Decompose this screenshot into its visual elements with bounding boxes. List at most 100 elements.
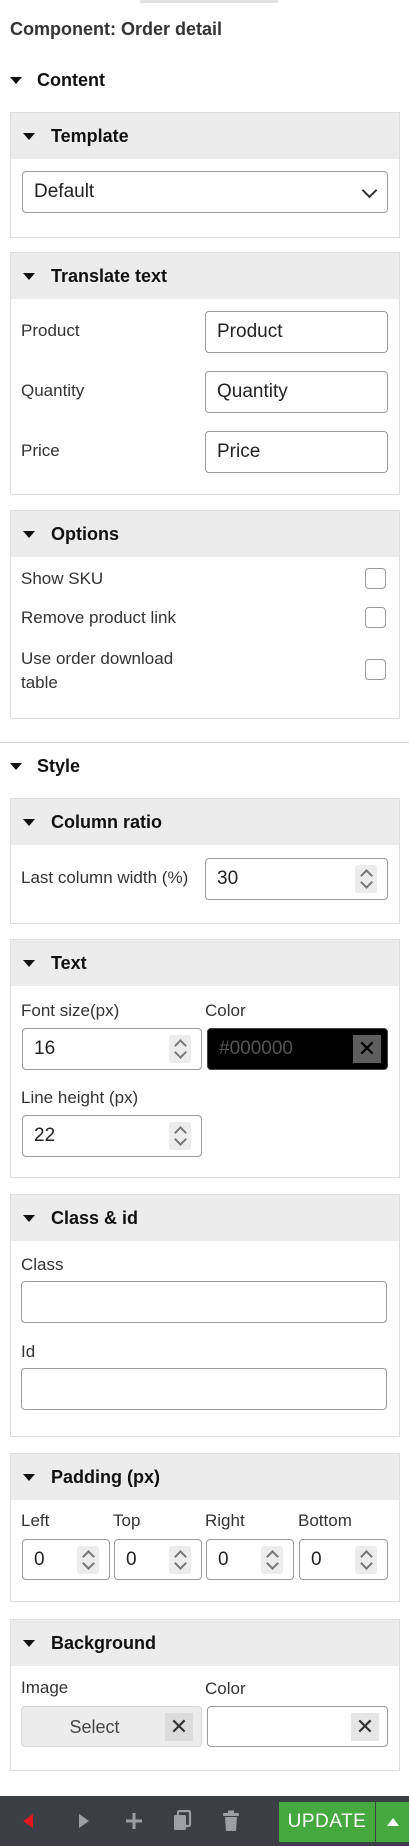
- clear-background-color-close-icon[interactable]: ✕: [351, 1713, 379, 1741]
- caret-up-icon: [386, 1818, 399, 1826]
- template-selected-value: Default: [34, 181, 95, 202]
- chevron-down-icon: [361, 182, 378, 199]
- translate-text-panel-header[interactable]: Translate text: [11, 253, 399, 299]
- style-section-label: Style: [37, 755, 81, 776]
- class-id-panel-title: Class & id: [51, 1207, 139, 1228]
- class-input[interactable]: [21, 1281, 387, 1323]
- caret-down-icon: [23, 133, 35, 140]
- options-panel: Options Show SKU Remove product link Use…: [10, 510, 400, 719]
- column-ratio-panel-header[interactable]: Column ratio: [11, 799, 399, 845]
- caret-down-icon: [23, 960, 35, 967]
- use-order-download-table-label: Use order download table: [21, 647, 173, 695]
- caret-down-icon: [23, 531, 35, 538]
- background-panel-title: Background: [51, 1632, 157, 1653]
- template-panel-header[interactable]: Template: [11, 113, 399, 159]
- show-sku-label: Show SKU: [21, 569, 104, 588]
- class-id-panel-header[interactable]: Class & id: [11, 1195, 399, 1241]
- bottom-toolbar: UPDATE: [0, 1796, 409, 1846]
- price-label: Price: [21, 441, 60, 460]
- content-section-toggle[interactable]: Content: [10, 67, 105, 93]
- text-style-panel: Text Font size(px) Color 16 #000000 ✕ Li…: [10, 939, 400, 1178]
- template-panel: Template Default: [10, 112, 400, 238]
- stepper-arrows-icon[interactable]: [77, 1545, 99, 1574]
- style-section-toggle[interactable]: Style: [10, 753, 80, 779]
- background-color-label: Color: [205, 1679, 246, 1698]
- back-arrow-shape: [23, 1814, 33, 1828]
- last-column-width-input[interactable]: 30: [205, 858, 388, 900]
- last-column-width-label: Last column width (%): [21, 868, 189, 887]
- padding-left-label: Left: [21, 1511, 50, 1530]
- play-arrow-shape: [79, 1814, 89, 1828]
- stepper-arrows-icon[interactable]: [169, 1545, 191, 1574]
- stepper-arrows-icon[interactable]: [169, 1122, 191, 1150]
- line-height-input[interactable]: 22: [22, 1115, 202, 1157]
- text-color-placeholder: #000000: [219, 1038, 293, 1059]
- product-text-input[interactable]: [205, 311, 388, 353]
- padding-left-value: 0: [34, 1548, 45, 1570]
- text-panel-title: Text: [51, 952, 87, 973]
- top-tab-indicator: [140, 0, 278, 3]
- padding-right-value: 0: [218, 1548, 229, 1570]
- clear-color-close-icon[interactable]: ✕: [353, 1035, 381, 1063]
- column-ratio-panel-title: Column ratio: [51, 811, 162, 832]
- font-size-input[interactable]: 16: [22, 1028, 202, 1070]
- use-order-download-label-line1: Use order download: [21, 649, 174, 668]
- font-size-label: Font size(px): [21, 1001, 120, 1020]
- component-title: Component: Order detail: [10, 19, 223, 39]
- product-label: Product: [21, 321, 80, 340]
- last-column-width-value: 30: [217, 868, 239, 889]
- line-height-label: Line height (px): [21, 1088, 139, 1107]
- stepper-arrows-icon[interactable]: [355, 1545, 377, 1574]
- template-panel-title: Template: [51, 125, 129, 146]
- padding-top-label: Top: [113, 1511, 141, 1530]
- stepper-arrows-icon[interactable]: [169, 1035, 191, 1063]
- caret-down-icon: [10, 77, 22, 84]
- padding-top-value: 0: [126, 1548, 137, 1570]
- caret-down-icon: [23, 1215, 35, 1222]
- caret-down-icon: [23, 819, 35, 826]
- id-input[interactable]: [21, 1368, 387, 1410]
- padding-right-input[interactable]: 0: [206, 1539, 294, 1580]
- background-color-input[interactable]: ✕: [207, 1706, 388, 1747]
- use-order-download-table-checkbox[interactable]: [365, 659, 386, 680]
- text-color-input[interactable]: #000000 ✕: [207, 1028, 388, 1070]
- padding-bottom-input[interactable]: 0: [299, 1539, 388, 1580]
- show-sku-checkbox[interactable]: [365, 568, 386, 589]
- background-image-select-button[interactable]: Select ✕: [21, 1706, 202, 1747]
- stepper-arrows-icon[interactable]: [355, 865, 377, 893]
- padding-top-input[interactable]: 0: [114, 1539, 202, 1580]
- caret-down-icon: [23, 273, 35, 280]
- color-label: Color: [205, 1001, 246, 1020]
- template-select[interactable]: Default: [22, 171, 388, 213]
- text-panel-header[interactable]: Text: [11, 940, 399, 986]
- padding-left-input[interactable]: 0: [22, 1539, 110, 1580]
- stepper-arrows-icon[interactable]: [261, 1545, 283, 1574]
- copy-icon[interactable]: [162, 1796, 202, 1846]
- padding-panel-header[interactable]: Padding (px): [11, 1454, 399, 1500]
- class-label: Class: [21, 1255, 64, 1274]
- translate-text-panel-title: Translate text: [51, 265, 168, 286]
- padding-panel: Padding (px) Left Top Right Bottom 0 0 0…: [10, 1453, 400, 1602]
- column-ratio-panel: Column ratio Last column width (%) 30: [10, 798, 400, 924]
- section-divider: [0, 742, 409, 743]
- select-image-label: Select: [69, 1717, 120, 1737]
- quantity-label: Quantity: [21, 381, 85, 400]
- class-id-panel: Class & id Class Id: [10, 1194, 400, 1437]
- translate-text-panel: Translate text Product Quantity Price: [10, 252, 400, 495]
- remove-product-link-checkbox[interactable]: [365, 607, 386, 628]
- play-icon[interactable]: [64, 1796, 104, 1846]
- background-panel: Background Image Color Select ✕ ✕: [10, 1619, 400, 1771]
- add-icon[interactable]: [114, 1796, 154, 1846]
- background-image-label: Image: [21, 1678, 69, 1697]
- use-order-download-label-line2: table: [21, 673, 58, 692]
- background-panel-header[interactable]: Background: [11, 1620, 399, 1666]
- quantity-text-input[interactable]: [205, 371, 388, 413]
- update-options-button[interactable]: [376, 1802, 409, 1842]
- options-panel-header[interactable]: Options: [11, 511, 399, 557]
- caret-down-icon: [23, 1640, 35, 1647]
- trash-icon[interactable]: [211, 1796, 251, 1846]
- update-button[interactable]: UPDATE: [279, 1802, 375, 1842]
- back-arrow-icon[interactable]: [8, 1796, 48, 1846]
- clear-image-close-icon[interactable]: ✕: [165, 1713, 193, 1741]
- price-text-input[interactable]: [205, 431, 388, 473]
